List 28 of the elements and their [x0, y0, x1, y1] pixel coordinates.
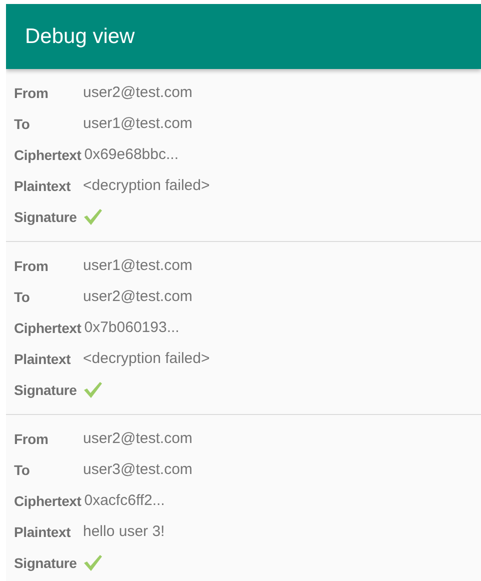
field-value: 0x7b060193...: [84, 319, 180, 336]
field-value: <decryption failed>: [83, 177, 210, 194]
field-label: From: [14, 84, 50, 100]
field-label: Ciphertext: [14, 146, 82, 162]
field-value: user1@test.com: [83, 115, 192, 132]
field-label: To: [14, 116, 31, 132]
field-value: 0xacfc6ff2...: [84, 492, 165, 509]
field-label: From: [14, 258, 50, 274]
field-label: Ciphertext: [14, 320, 82, 336]
field-label: Plaintext: [14, 178, 72, 194]
field-value: user2@test.com: [83, 430, 192, 447]
app-bar-title: Debug view: [25, 24, 135, 48]
field-label: From: [14, 430, 50, 446]
field-label: To: [14, 462, 31, 478]
field-label: Ciphertext: [14, 492, 82, 508]
field-value: user1@test.com: [83, 257, 192, 274]
field-value: hello user 3!: [83, 523, 165, 540]
field-label: Plaintext: [14, 524, 72, 540]
field-value: user2@test.com: [83, 288, 192, 305]
field-label: To: [14, 288, 31, 304]
field-value: <decryption failed>: [83, 350, 210, 367]
field-value: user2@test.com: [83, 84, 192, 101]
field-label: Signature: [14, 208, 78, 224]
field-value: 0x69e68bbc...: [84, 146, 178, 163]
field-label: Signature: [14, 382, 78, 398]
field-label: Signature: [14, 554, 78, 570]
field-label: Plaintext: [14, 350, 72, 366]
field-value: user3@test.com: [83, 461, 192, 478]
